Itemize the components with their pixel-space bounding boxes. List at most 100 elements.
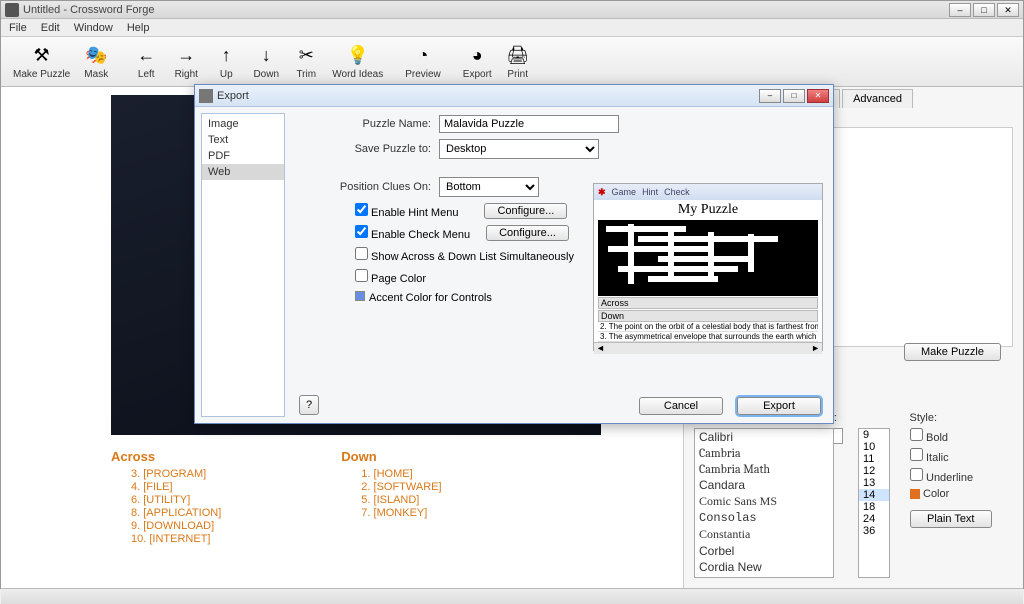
tool-label: Print [507,69,528,80]
style-column: Bold Italic Underline Color Plain Text [910,428,992,578]
maximize-button[interactable]: □ [973,3,995,17]
cancel-button[interactable]: Cancel [639,397,723,415]
font-item[interactable]: Consolas [695,510,833,526]
size-item[interactable]: 36 [859,525,889,537]
configure-check-button[interactable]: Configure... [486,225,569,241]
down-clue[interactable]: 5. [ISLAND] [351,494,441,506]
tool-trim[interactable]: ✂Trim [288,42,324,82]
tool-word-ideas[interactable]: 💡Word Ideas [328,42,387,82]
size-item[interactable]: 18 [859,501,889,513]
menu-file[interactable]: File [3,21,33,35]
scroll-right-icon[interactable]: ► [811,343,820,354]
down-clue[interactable]: 7. [MONKEY] [351,507,441,519]
font-item[interactable]: Candara [695,477,833,493]
size-item[interactable]: 11 [859,453,889,465]
across-clue[interactable]: 4. [FILE] [121,481,221,493]
down-clue[interactable]: 1. [HOME] [351,468,441,480]
font-item[interactable]: Cordia New [695,559,833,575]
export-button[interactable]: Export [737,397,821,415]
dialog-minimize-button[interactable]: – [759,89,781,103]
app-icon [5,3,19,17]
preview-clue-list: Across Down 2. The point on the orbit of… [594,297,822,342]
font-item[interactable]: Constantia [695,526,833,543]
tool-make-puzzle[interactable]: ⚒Make Puzzle [9,42,74,82]
size-item[interactable]: 9 [859,429,889,441]
tab-advanced[interactable]: Advanced [842,89,913,108]
tool-right[interactable]: →Right [168,42,204,82]
font-item[interactable]: Calibri [695,429,833,445]
export-format-image[interactable]: Image [202,116,284,132]
mask-icon: 🎭 [84,44,108,68]
position-clues-select[interactable]: Bottom [439,177,539,197]
trim-icon: ✂ [294,44,318,68]
preview-clue-line: 3. The asymmetrical envelope that surrou… [598,332,818,342]
export-format-list[interactable]: ImageTextPDFWeb [201,113,285,417]
dialog-close-button[interactable]: ✕ [807,89,829,103]
font-item[interactable]: Comic Sans MS [695,493,833,510]
puzzle-name-input[interactable] [439,115,619,133]
export-format-text[interactable]: Text [202,132,284,148]
font-item[interactable]: Cambria Math [695,461,833,477]
menu-window[interactable]: Window [68,21,119,35]
size-list[interactable]: 91011121314182436 [858,428,890,578]
preview-title: My Puzzle [594,200,822,220]
dialog-footer: Cancel Export [639,397,821,415]
font-item[interactable]: CordiaUPC [695,575,833,578]
tool-mask[interactable]: 🎭Mask [78,42,114,82]
menu-edit[interactable]: Edit [35,21,66,35]
tool-down[interactable]: ↓Down [248,42,284,82]
underline-checkbox[interactable]: Underline [910,468,992,484]
save-to-select[interactable]: Desktop [439,139,599,159]
plain-text-button[interactable]: Plain Text [910,510,992,528]
tool-print[interactable]: 🖨Print [500,42,536,82]
across-clue[interactable]: 6. [UTILITY] [121,494,221,506]
configure-hint-button[interactable]: Configure... [484,203,567,219]
down-clue[interactable]: 2. [SOFTWARE] [351,481,441,493]
font-item[interactable]: Corbel [695,543,833,559]
across-clue[interactable]: 8. [APPLICATION] [121,507,221,519]
bold-checkbox[interactable]: Bold [910,428,992,444]
size-item[interactable]: 12 [859,465,889,477]
preview-icon: ◔ [411,44,435,68]
enable-check-checkbox[interactable]: Enable Check Menu [355,225,470,241]
size-item[interactable]: 14 [859,489,889,501]
scroll-left-icon[interactable]: ◄ [596,343,605,354]
across-clue[interactable]: 9. [DOWNLOAD] [121,520,221,532]
tool-up[interactable]: ↑Up [208,42,244,82]
export-format-pdf[interactable]: PDF [202,148,284,164]
dialog-maximize-button[interactable]: □ [783,89,805,103]
tool-label: Right [175,69,198,80]
tool-left[interactable]: ←Left [128,42,164,82]
tool-label: Word Ideas [332,69,383,80]
show-across-down-checkbox[interactable]: Show Across & Down List Simultaneously [355,247,574,263]
tool-export[interactable]: ◕Export [459,42,496,82]
window-title: Untitled - Crossword Forge [23,4,949,16]
color-checkbox[interactable]: Color [910,488,992,500]
preview-scrollbar[interactable]: ◄ ► [594,342,822,354]
make-puzzle-icon: ⚒ [30,44,54,68]
size-item[interactable]: 13 [859,477,889,489]
minimize-button[interactable]: – [949,3,971,17]
across-title: Across [111,449,221,464]
size-item[interactable]: 24 [859,513,889,525]
enable-hint-checkbox[interactable]: Enable Hint Menu [355,203,458,219]
page-color-checkbox[interactable]: Page Color [355,269,426,285]
menu-help[interactable]: Help [121,21,156,35]
export-format-web[interactable]: Web [202,164,284,180]
across-clue[interactable]: 10. [INTERNET] [121,533,221,545]
size-item[interactable]: 10 [859,441,889,453]
close-button[interactable]: ✕ [997,3,1019,17]
tool-label: Preview [405,69,441,80]
help-button[interactable]: ? [299,395,319,415]
dialog-title: Export [217,90,759,102]
accent-color-checkbox[interactable]: Accent Color for Controls [355,291,492,304]
font-item[interactable]: Cambria [695,445,833,461]
tool-preview[interactable]: ◔Preview [401,42,445,82]
font-list[interactable]: CalibriCambriaCambria MathCandaraComic S… [694,428,834,578]
tool-label: Up [220,69,233,80]
italic-checkbox[interactable]: Italic [910,448,992,464]
across-clue[interactable]: 3. [PROGRAM] [121,468,221,480]
make-puzzle-button[interactable]: Make Puzzle [904,343,1001,361]
preview-menu-star: ✱ [598,187,606,198]
preview-menu: ✱ Game Hint Check [594,184,822,200]
